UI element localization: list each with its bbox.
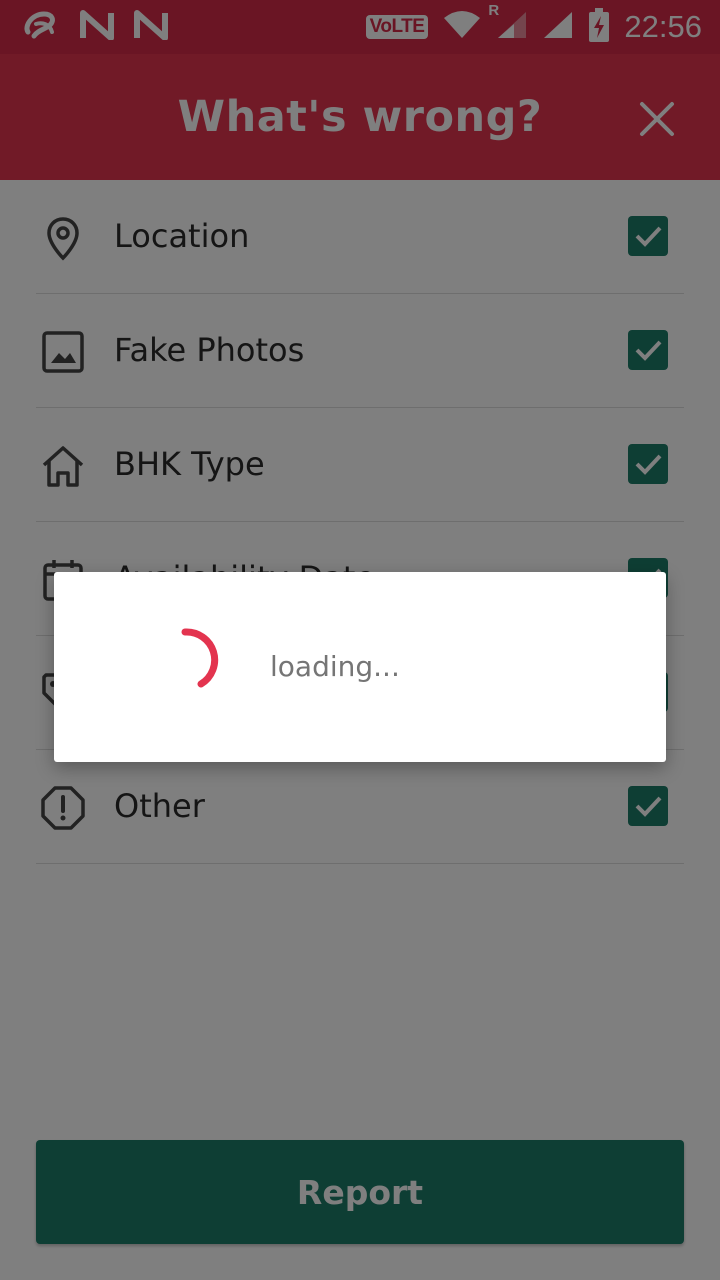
- loading-spinner-icon: [164, 620, 252, 708]
- loading-text: loading...: [270, 650, 400, 683]
- loading-dialog: loading...: [54, 572, 666, 762]
